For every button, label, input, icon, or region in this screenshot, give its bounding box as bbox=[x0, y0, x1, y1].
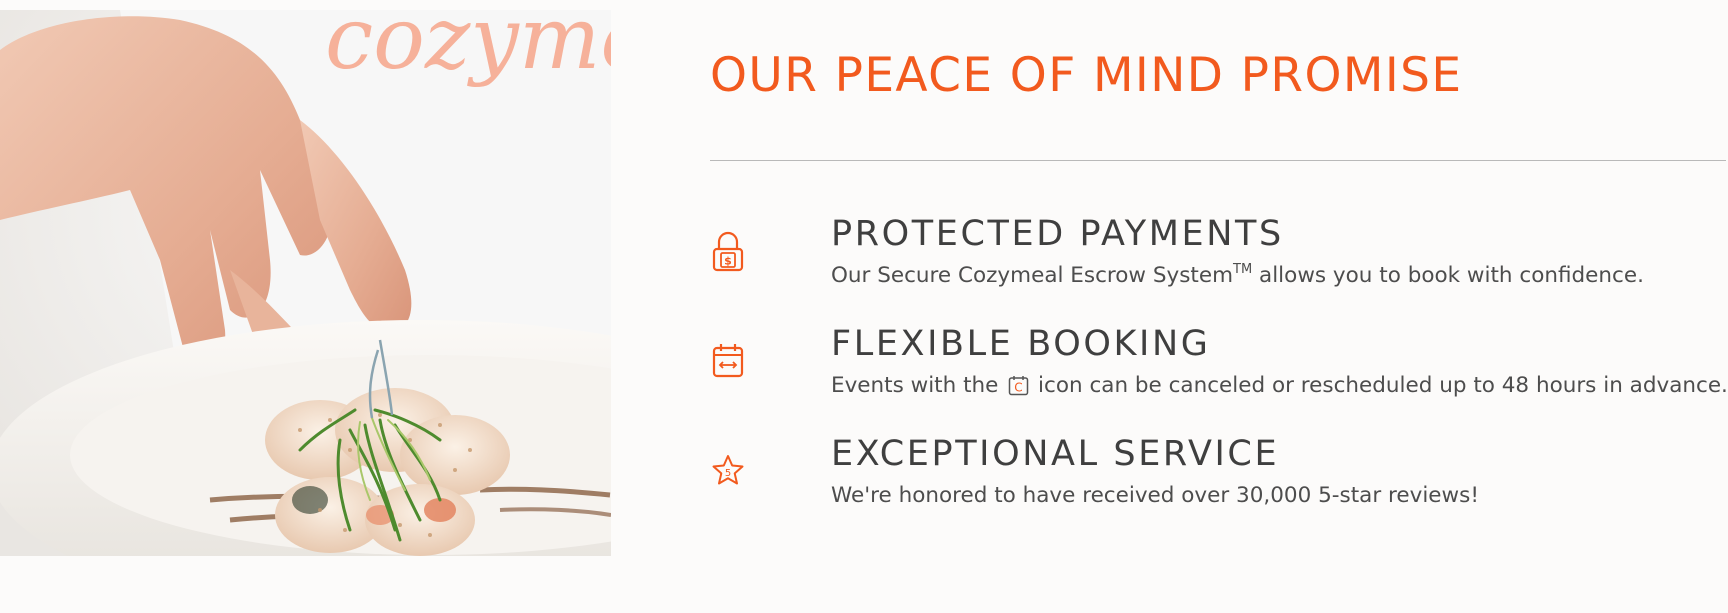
desc-text-end: allows you to book with confidence. bbox=[1252, 263, 1644, 288]
promise-item-exceptional-service: 5 EXCEPTIONAL SERVICE We're honored to h… bbox=[710, 437, 1728, 527]
desc-text: Events with the bbox=[831, 373, 1006, 398]
desc-text-end: icon can be canceled or rescheduled up t… bbox=[1031, 373, 1728, 398]
svg-text:$: $ bbox=[724, 255, 732, 268]
calendar-arrows-icon bbox=[710, 341, 746, 381]
item-title: EXCEPTIONAL SERVICE bbox=[831, 434, 1280, 474]
c-letter: C bbox=[1015, 381, 1023, 395]
item-title: FLEXIBLE BOOKING bbox=[831, 324, 1211, 364]
item-description: Our Secure Cozymeal Escrow SystemTM allo… bbox=[831, 263, 1644, 289]
apron-lettering: cozyme bbox=[325, 10, 611, 89]
promise-item-protected-payments: $ PROTECTED PAYMENTS Our Secure Cozymeal… bbox=[710, 217, 1728, 307]
promise-item-flexible-booking: FLEXIBLE BOOKING Events with the C icon … bbox=[710, 327, 1728, 417]
item-title: PROTECTED PAYMENTS bbox=[831, 214, 1284, 254]
trademark-mark: TM bbox=[1233, 262, 1253, 277]
star-five-icon: 5 bbox=[710, 451, 746, 491]
padlock-dollar-icon: $ bbox=[710, 231, 746, 272]
peace-of-mind-section: OUR PEACE OF MIND PROMISE $ PROTECTED PA… bbox=[710, 0, 1728, 613]
desc-text: Our Secure Cozymeal Escrow System bbox=[831, 263, 1234, 288]
star-digit: 5 bbox=[725, 468, 731, 479]
section-title: OUR PEACE OF MIND PROMISE bbox=[710, 48, 1463, 103]
c-calendar-icon: C bbox=[1008, 375, 1029, 396]
hero-photo: cozyme bbox=[0, 10, 611, 556]
item-description: We're honored to have received over 30,0… bbox=[831, 483, 1479, 508]
item-description: Events with the C icon can be canceled o… bbox=[831, 373, 1728, 399]
divider bbox=[710, 160, 1726, 161]
